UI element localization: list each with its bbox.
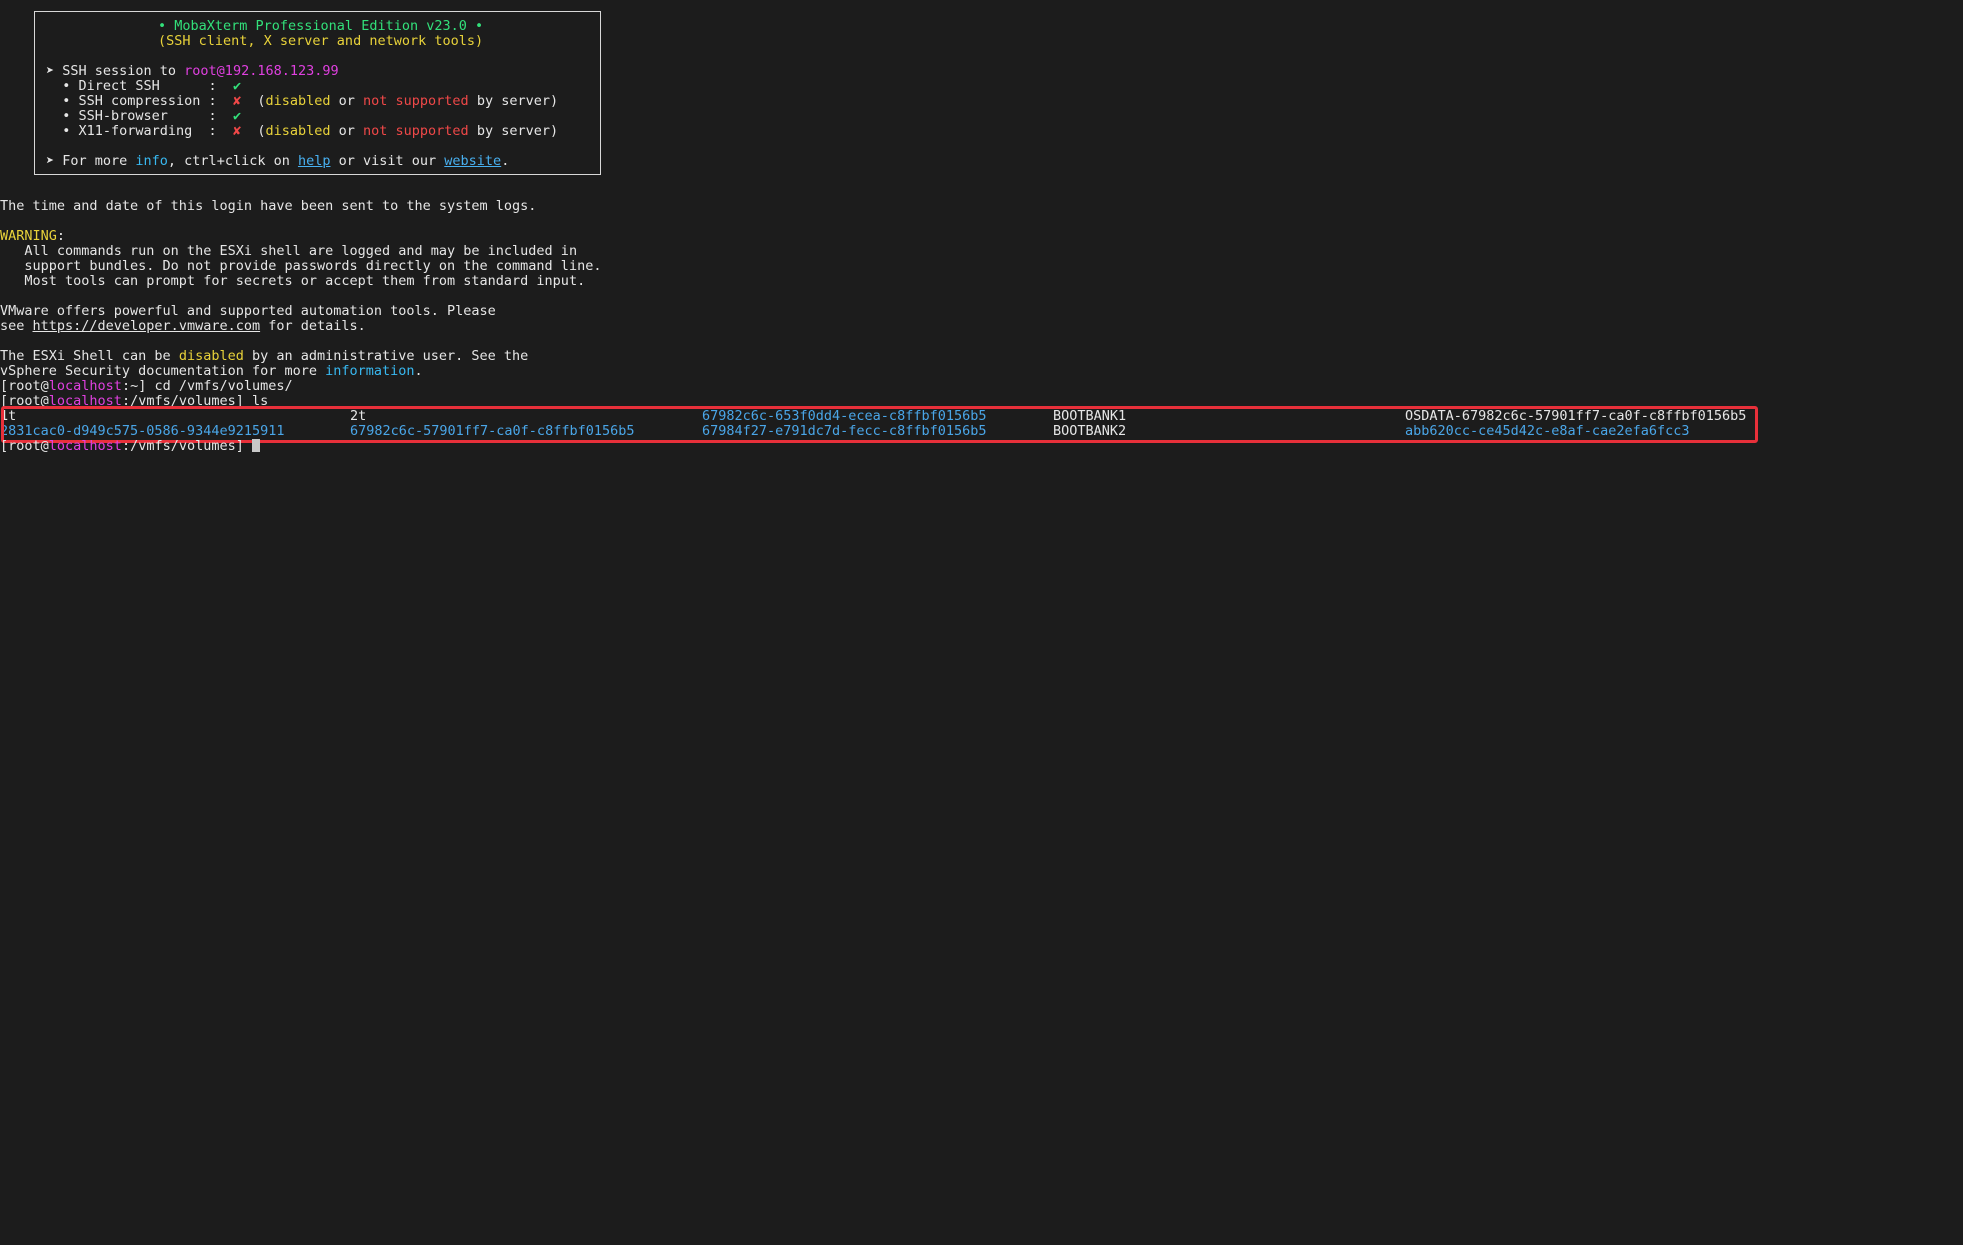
terminal-window[interactable]: • MobaXterm Professional Edition v23.0 •… <box>0 0 1963 1245</box>
logs-notice: The time and date of this login have bee… <box>0 198 537 214</box>
banner-subtitle: (SSH client, X server and network tools) <box>158 33 484 49</box>
help-link[interactable]: help <box>298 153 331 169</box>
highlight-box <box>1 406 1758 443</box>
vmware-notice: VMware offers powerful and supported aut… <box>0 303 496 319</box>
ssh-session-line: ➤ SSH session to root@192.168.123.99 <box>46 63 339 79</box>
prompt-host: localhost <box>48 378 122 394</box>
vsphere-notice: vSphere Security documentation for more … <box>0 363 423 379</box>
shell-prompt[interactable]: [root@localhost:/vmfs/volumes] <box>0 439 260 454</box>
direct-ssh-item: • Direct SSH : ✔ <box>46 78 242 94</box>
esxi-shell-notice: The ESXi Shell can be disabled by an adm… <box>0 348 529 364</box>
shell-prompt: [root@localhost:~] cd /vmfs/volumes/ <box>0 378 293 394</box>
vmware-notice-link-line: see https://developer.vmware.com for det… <box>0 318 366 334</box>
prompt-host: localhost <box>48 438 122 454</box>
check-icon: ✔ <box>232 108 242 124</box>
more-info-line: ➤ For more info, ctrl+click on help or v… <box>46 153 510 169</box>
text-cursor <box>251 439 260 452</box>
warning-text: support bundles. Do not provide password… <box>0 258 602 274</box>
ssh-compression-item: • SSH compression : ✘ (disabled or not s… <box>46 93 559 109</box>
ssh-target: root@192.168.123.99 <box>184 63 339 79</box>
warning-text: Most tools can prompt for secrets or acc… <box>0 273 586 289</box>
website-link[interactable]: website <box>444 153 501 169</box>
command-text: cd /vmfs/volumes/ <box>154 378 293 394</box>
warning-label: WARNING: <box>0 228 66 244</box>
banner-title: • MobaXterm Professional Edition v23.0 • <box>158 18 484 34</box>
developer-vmware-link[interactable]: https://developer.vmware.com <box>33 318 261 334</box>
cross-icon: ✘ <box>232 93 242 109</box>
cross-icon: ✘ <box>232 123 242 139</box>
info-link[interactable]: info <box>135 153 168 169</box>
check-icon: ✔ <box>232 78 242 94</box>
x11-forwarding-item: • X11-forwarding : ✘ (disabled or not su… <box>46 123 559 139</box>
warning-text: All commands run on the ESXi shell are l… <box>0 243 578 259</box>
ssh-browser-item: • SSH-browser : ✔ <box>46 108 242 124</box>
